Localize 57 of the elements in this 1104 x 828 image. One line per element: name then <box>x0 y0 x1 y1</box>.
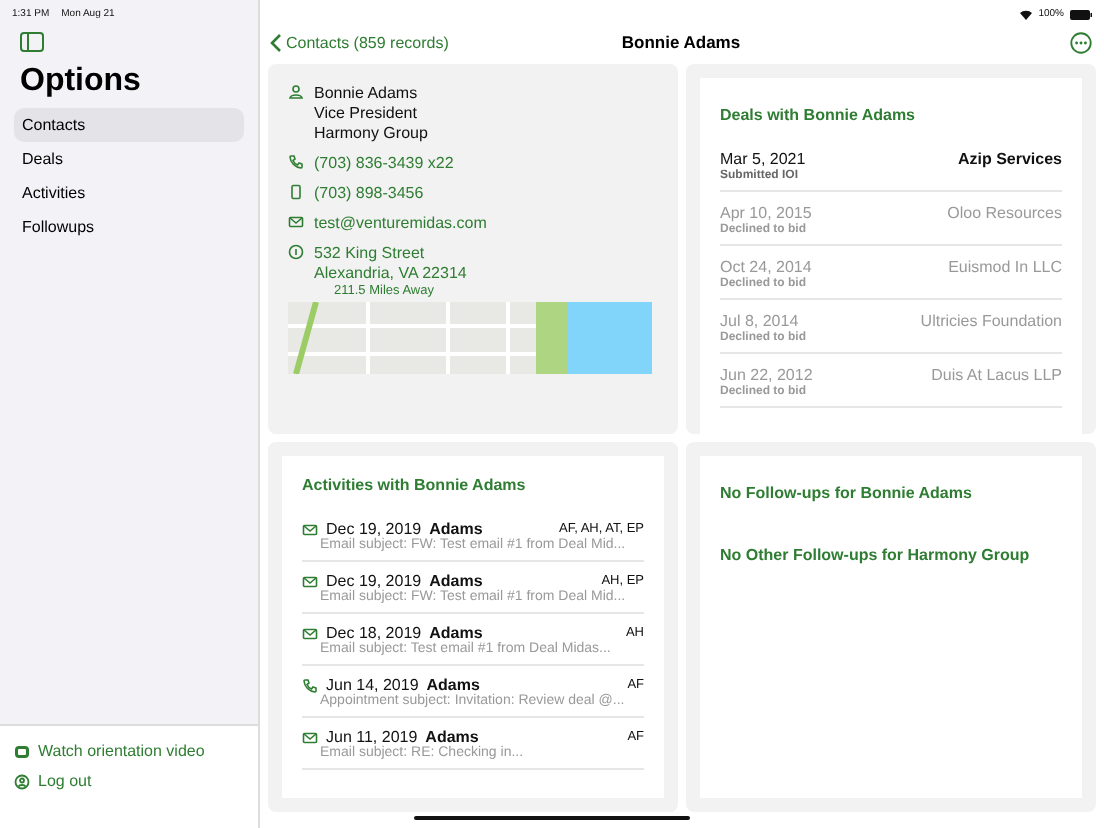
nav-title: Bonnie Adams <box>621 32 741 52</box>
deal-date: Jun 22, 2012 <box>720 366 813 384</box>
activity-name: Adams <box>429 520 483 538</box>
followup-message: No Follow-ups for Bonnie Adams <box>720 484 974 502</box>
deal-company: Oloo Resources <box>947 204 1062 226</box>
address-link[interactable]: 532 King Street <box>314 244 467 262</box>
deal-company: Ultricies Foundation <box>920 312 1062 334</box>
person-icon <box>14 773 30 789</box>
activity-name: Adams <box>426 676 480 694</box>
mobile-link[interactable]: (703) 898-3456 <box>314 184 424 202</box>
phone-icon <box>288 154 304 170</box>
activity-date: Dec 19, 2019 <box>326 520 422 538</box>
activity-name: Adams <box>429 572 483 590</box>
envelope-icon <box>302 521 318 537</box>
contact-role: Vice President <box>314 104 419 122</box>
sidebar-item[interactable]: Followups <box>14 210 244 244</box>
sidebar-item[interactable]: Deals <box>14 142 244 176</box>
activity-name: Adams <box>429 624 483 642</box>
logout-link[interactable]: Log out <box>14 772 244 790</box>
envelope-icon <box>288 214 304 230</box>
phone-icon <box>302 677 318 693</box>
activity-date: Jun 14, 2019 <box>326 676 419 694</box>
envelope-icon <box>302 729 318 745</box>
sidebar-item[interactable]: Activities <box>14 176 244 210</box>
video-link[interactable]: Watch orientation video <box>14 742 244 760</box>
contact-company: Harmony Group <box>314 124 428 142</box>
deal-company: Azip Services <box>957 150 1062 172</box>
battery-icon <box>1070 9 1092 19</box>
card-title: Activities with Bonnie Adams <box>302 476 528 494</box>
address-link[interactable]: Alexandria, VA 22314 <box>314 264 467 282</box>
sidebar-item[interactable]: Contacts <box>14 108 244 142</box>
back-link[interactable]: Contacts (859 records) <box>270 33 622 51</box>
sidebar-title: Options <box>18 62 143 102</box>
deal-date: Oct 24, 2014 <box>720 258 812 276</box>
activity-date: Dec 18, 2019 <box>326 624 422 642</box>
mobile-phone-icon <box>288 184 304 200</box>
more-icon[interactable] <box>1070 31 1092 53</box>
envelope-icon <box>302 625 318 641</box>
envelope-icon <box>302 573 318 589</box>
deal-company: Euismod In LLC <box>948 258 1062 280</box>
email-link[interactable]: test@venturemidas.com <box>314 214 487 232</box>
chevron-left-icon <box>270 33 282 51</box>
deal-date: Apr 10, 2015 <box>720 204 812 222</box>
video-icon <box>14 743 30 759</box>
deal-date: Jul 8, 2014 <box>720 312 801 330</box>
sidebar-toggle-icon[interactable] <box>20 32 44 52</box>
deal-date: Mar 5, 2021 <box>720 150 806 168</box>
person-icon <box>288 84 304 100</box>
wifi-icon <box>1020 9 1033 19</box>
deal-company: Duis At Lacus LLP <box>931 366 1062 388</box>
followup-message: No Other Follow-ups for Harmony Group <box>720 546 1032 564</box>
activity-date: Jun 11, 2019 <box>326 728 418 746</box>
contact-name: Bonnie Adams <box>314 84 420 102</box>
activity-date: Dec 19, 2019 <box>326 572 422 590</box>
phone-link[interactable]: (703) 836-3439 x22 <box>314 154 454 172</box>
card-title: Deals with Bonnie Adams <box>720 106 917 124</box>
activity-name: Adams <box>425 728 479 746</box>
